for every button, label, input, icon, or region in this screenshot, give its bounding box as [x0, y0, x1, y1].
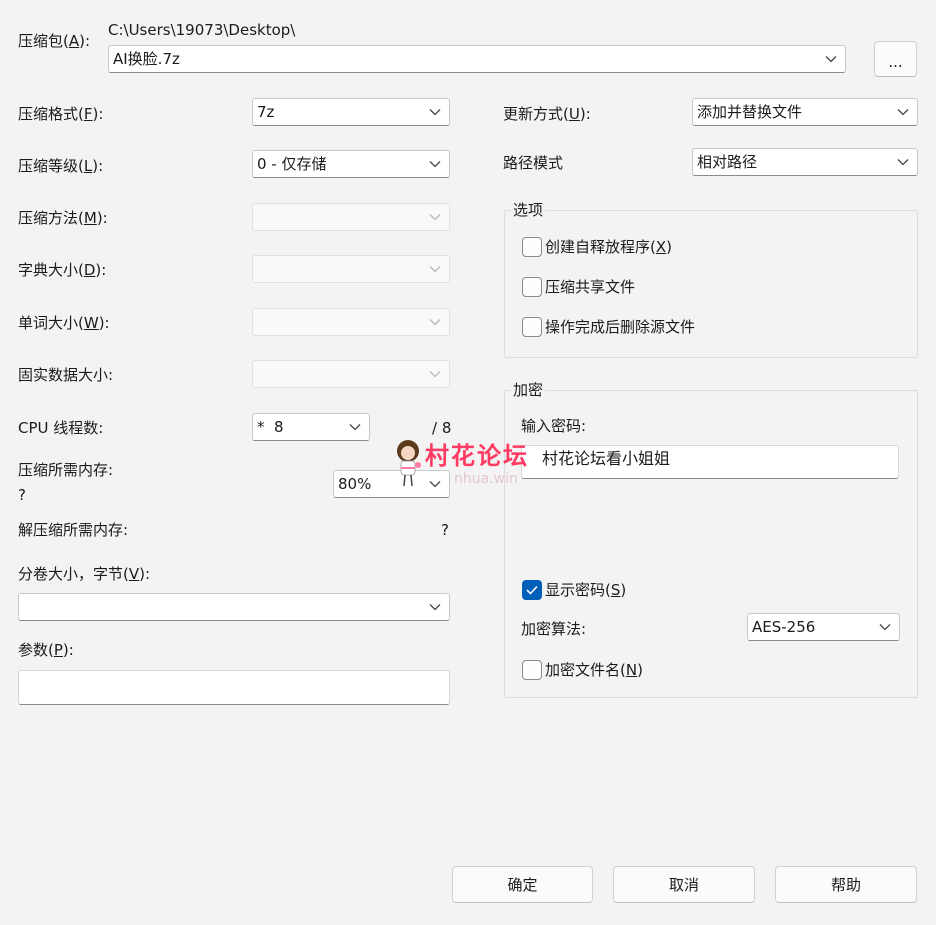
chevron-down-icon: [825, 56, 837, 63]
shared-files-checkbox[interactable]: [522, 277, 542, 297]
cpu-threads-label: CPU 线程数:: [18, 419, 104, 437]
parameters-label: 参数(P):: [18, 641, 74, 659]
archive-directory: C:\Users\19073\Desktop\: [108, 21, 296, 39]
browse-button[interactable]: ...: [874, 41, 917, 77]
cancel-button[interactable]: 取消: [613, 866, 755, 903]
chevron-down-icon: [429, 161, 441, 168]
method-label: 压缩方法(M):: [18, 209, 108, 227]
encrypt-names-label[interactable]: 加密文件名(N): [545, 660, 643, 680]
encryption-method-select[interactable]: AES-256: [747, 613, 900, 641]
format-label: 压缩格式(F):: [18, 105, 104, 123]
password-label: 输入密码:: [521, 417, 587, 435]
compress-memory-label: 压缩所需内存:: [18, 461, 114, 479]
cpu-threads-select[interactable]: * 8: [252, 413, 370, 441]
chevron-down-icon: [429, 214, 441, 221]
encryption-method-label: 加密算法:: [521, 620, 587, 638]
show-password-label[interactable]: 显示密码(S): [545, 580, 626, 600]
path-mode-select[interactable]: 相对路径: [692, 148, 918, 176]
chevron-down-icon: [879, 624, 891, 631]
encryption-method-value: AES-256: [752, 618, 816, 636]
chevron-down-icon: [897, 109, 909, 116]
password-value: 村花论坛看小姐姐: [542, 449, 671, 468]
level-select[interactable]: 0 - 仅存储: [252, 150, 450, 178]
parameters-input[interactable]: [18, 670, 450, 705]
encryption-group: [504, 390, 918, 698]
volume-size-combobox[interactable]: [18, 593, 450, 621]
volume-size-label: 分卷大小，字节(V):: [18, 565, 151, 583]
delete-after-label[interactable]: 操作完成后删除源文件: [545, 317, 695, 337]
update-mode-value: 添加并替换文件: [697, 103, 803, 121]
watermark-subtitle: nhua.win: [454, 471, 518, 487]
chevron-down-icon: [429, 371, 441, 378]
level-value: 0 - 仅存储: [257, 155, 327, 173]
archive-name-value: AI换脸.7z: [113, 50, 180, 68]
shared-files-label[interactable]: 压缩共享文件: [545, 277, 635, 297]
update-mode-label: 更新方式(U):: [503, 105, 591, 123]
path-mode-value: 相对路径: [697, 153, 758, 171]
archive-name-combobox[interactable]: AI换脸.7z: [108, 45, 846, 73]
encrypt-names-checkbox[interactable]: [522, 660, 542, 680]
help-button[interactable]: 帮助: [775, 866, 917, 903]
options-group-title: 选项: [511, 200, 546, 220]
dictionary-select[interactable]: [252, 255, 450, 283]
solid-block-select[interactable]: [252, 360, 450, 388]
show-password-checkbox[interactable]: [522, 580, 542, 600]
password-input[interactable]: 村花论坛看小姐姐: [521, 445, 899, 479]
update-mode-select[interactable]: 添加并替换文件: [692, 98, 918, 126]
ok-button[interactable]: 确定: [452, 866, 593, 903]
method-select[interactable]: [252, 203, 450, 231]
word-size-label: 单词大小(W):: [18, 314, 110, 332]
level-label: 压缩等级(L):: [18, 157, 104, 175]
path-mode-label: 路径模式: [503, 154, 564, 172]
memory-percent-select[interactable]: 80%: [333, 470, 450, 498]
chevron-down-icon: [429, 319, 441, 326]
checkmark-icon: [526, 585, 538, 595]
chevron-down-icon: [429, 109, 441, 116]
watermark-mascot-icon: [397, 440, 421, 487]
decompress-memory-value: ?: [441, 521, 449, 539]
compress-memory-value: ?: [18, 486, 26, 504]
chevron-down-icon: [429, 481, 441, 488]
chevron-down-icon: [349, 424, 361, 431]
format-value: 7z: [257, 103, 275, 121]
chevron-down-icon: [429, 604, 441, 611]
cpu-threads-max: / 8: [432, 419, 452, 437]
sfx-label[interactable]: 创建自释放程序(X): [545, 237, 672, 257]
dictionary-label: 字典大小(D):: [18, 261, 107, 279]
sfx-checkbox[interactable]: [522, 237, 542, 257]
format-select[interactable]: 7z: [252, 98, 450, 126]
archive-label: 压缩包(A):: [18, 32, 91, 50]
memory-percent-value: 80%: [338, 475, 372, 493]
chevron-down-icon: [429, 266, 441, 273]
solid-block-label: 固实数据大小:: [18, 366, 114, 384]
decompress-memory-label: 解压缩所需内存:: [18, 521, 129, 539]
watermark-title: 村花论坛: [425, 441, 529, 470]
delete-after-checkbox[interactable]: [522, 317, 542, 337]
chevron-down-icon: [897, 159, 909, 166]
encryption-group-title: 加密: [511, 380, 546, 400]
cpu-threads-value: * 8: [257, 418, 284, 436]
word-size-select[interactable]: [252, 308, 450, 336]
